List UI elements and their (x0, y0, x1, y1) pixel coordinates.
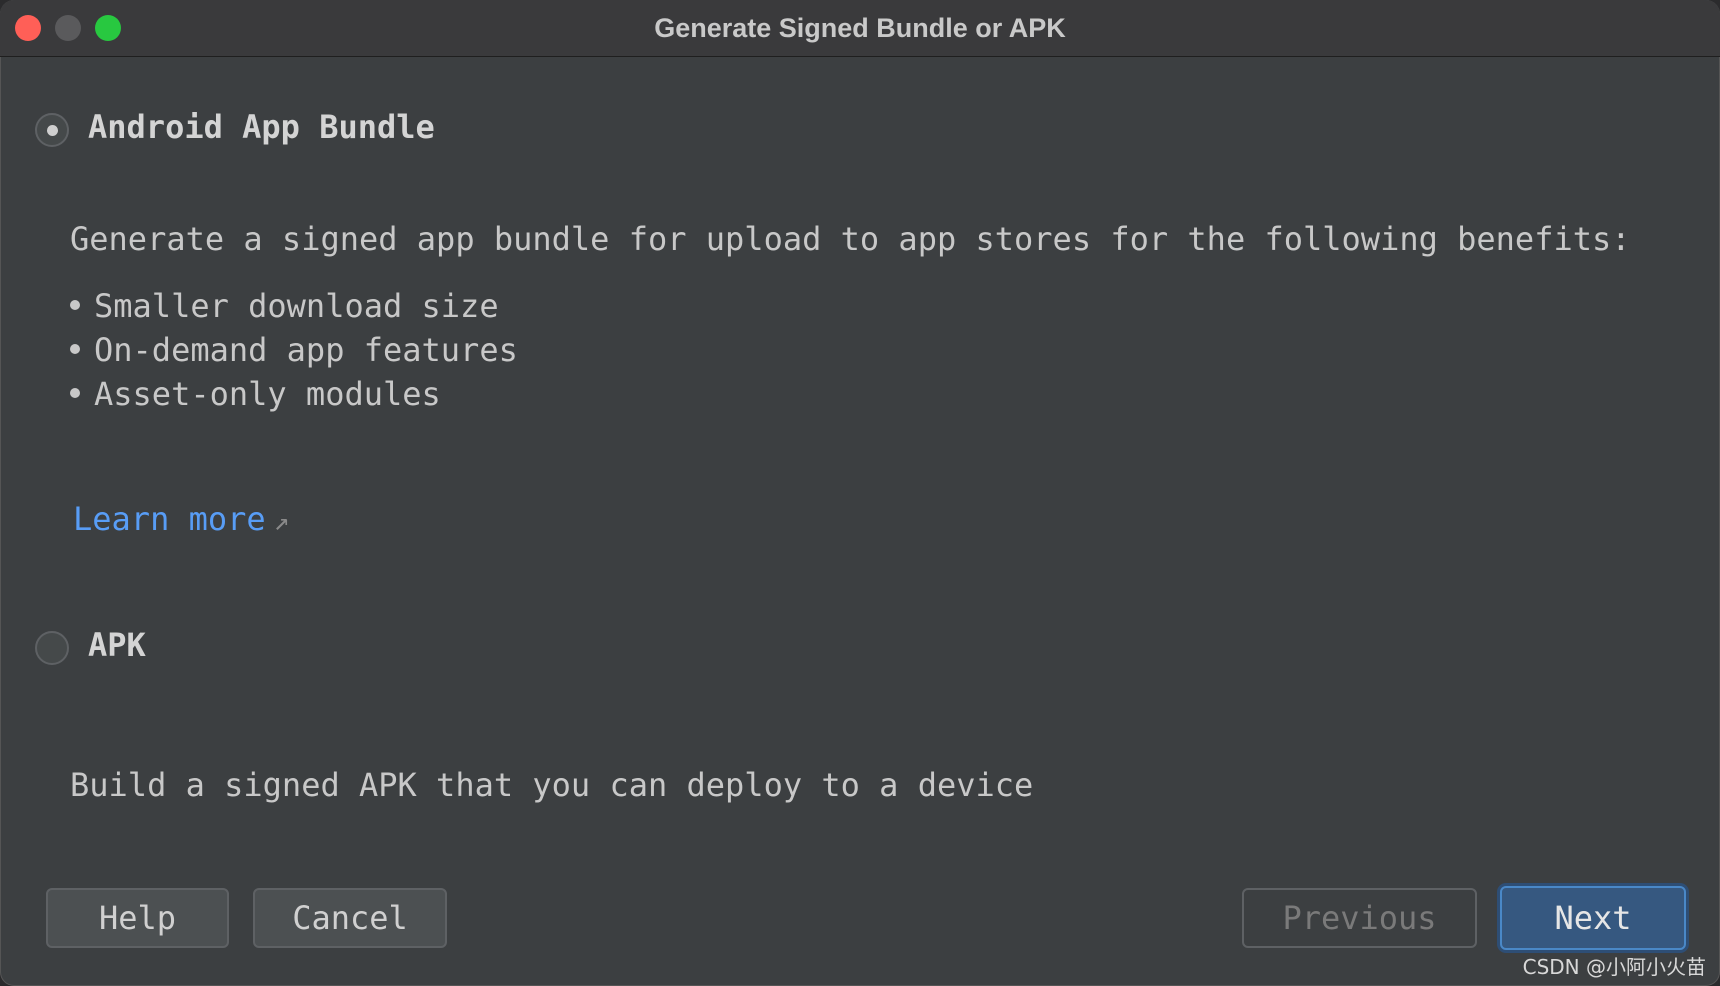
bullet-icon (70, 388, 80, 398)
benefits-list: Smaller download size On-demand app feat… (70, 284, 518, 416)
dialog-window: Generate Signed Bundle or APK Android Ap… (0, 0, 1720, 986)
option-label-android-app-bundle[interactable]: Android App Bundle (88, 108, 435, 146)
external-link-icon: ↗ (273, 507, 290, 537)
radio-android-app-bundle[interactable] (35, 113, 69, 147)
window-title: Generate Signed Bundle or APK (654, 13, 1066, 43)
list-item: On-demand app features (70, 328, 518, 372)
title-bar: Generate Signed Bundle or APK (0, 0, 1720, 57)
previous-button[interactable]: Previous (1242, 888, 1477, 948)
bundle-description: Generate a signed app bundle for upload … (70, 220, 1631, 258)
benefit-text: Smaller download size (94, 287, 499, 325)
list-item: Smaller download size (70, 284, 518, 328)
watermark: CSDN @小阿小火苗 (1522, 955, 1706, 979)
help-button[interactable]: Help (46, 888, 229, 948)
bullet-icon (70, 300, 80, 310)
learn-more-link[interactable]: Learn more ↗ (73, 500, 289, 538)
benefit-text: Asset-only modules (94, 375, 441, 413)
radio-selected-dot (46, 124, 58, 136)
learn-more-label[interactable]: Learn more (73, 500, 266, 538)
next-button[interactable]: Next (1500, 886, 1686, 950)
bullet-icon (70, 344, 80, 354)
benefit-text: On-demand app features (94, 331, 518, 369)
cancel-button[interactable]: Cancel (253, 888, 447, 948)
apk-description: Build a signed APK that you can deploy t… (70, 766, 1034, 804)
radio-apk[interactable] (35, 631, 69, 665)
list-item: Asset-only modules (70, 372, 518, 416)
option-label-apk[interactable]: APK (88, 626, 146, 664)
